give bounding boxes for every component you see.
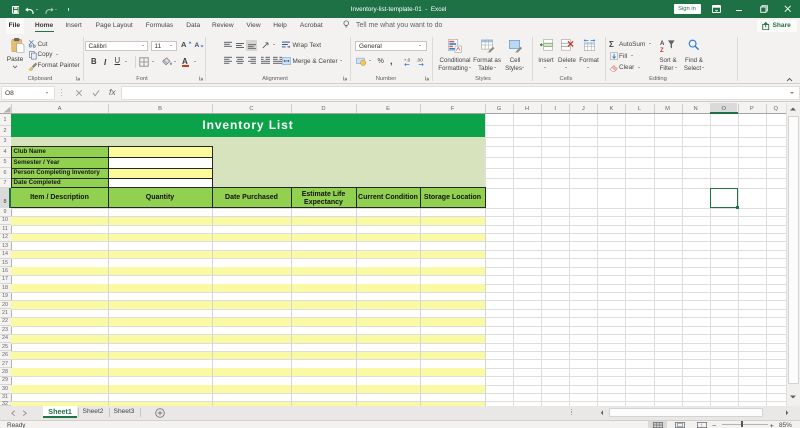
svg-text:Z: Z [660,48,664,54]
svg-text:A: A [660,40,665,46]
